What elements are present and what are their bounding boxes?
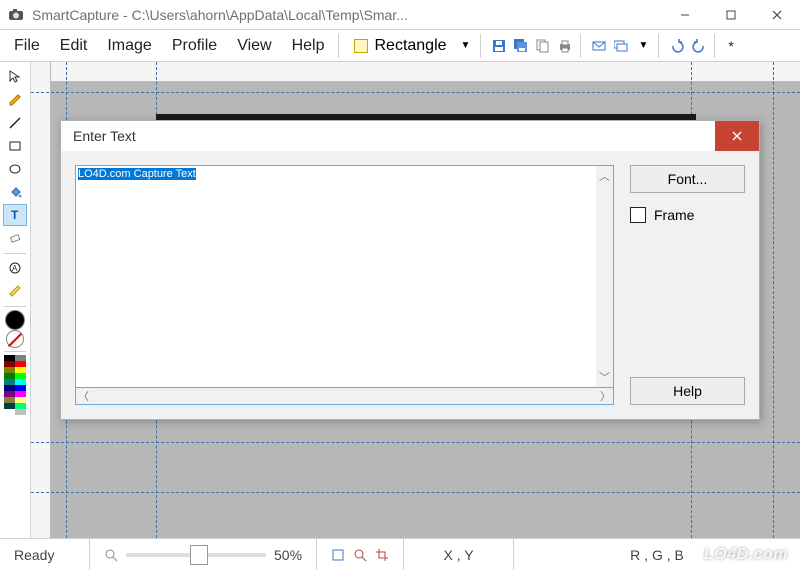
menu-file[interactable]: File (4, 33, 50, 59)
menu-help[interactable]: Help (282, 33, 335, 59)
zoom-out-icon[interactable] (104, 548, 118, 562)
close-button[interactable] (754, 0, 800, 30)
window-buttons (662, 0, 800, 30)
dialog-left-panel: LO4D.com Capture Text ︿ ﹀ 〈 〉 (75, 165, 614, 405)
no-fill-swatch[interactable] (6, 330, 24, 348)
vertical-scrollbar[interactable]: ︿ ﹀ (596, 166, 613, 387)
enter-text-dialog: Enter Text LO4D.com Capture Text ︿ ﹀ 〈 〉… (60, 120, 760, 420)
tool-stamp[interactable]: A (3, 257, 27, 279)
text-input[interactable]: LO4D.com Capture Text (76, 166, 596, 387)
print-icon[interactable] (557, 38, 573, 54)
foreground-color-swatch[interactable] (5, 310, 25, 330)
rgb-panel: R , G , B (514, 539, 800, 570)
minimize-button[interactable] (662, 0, 708, 30)
dialog-right-panel: Font... Frame Help (630, 165, 745, 405)
font-button[interactable]: Font... (630, 165, 745, 193)
fit-icon[interactable] (331, 548, 345, 562)
color-palette[interactable] (4, 355, 26, 415)
frame-checkbox-label: Frame (654, 207, 694, 223)
menu-profile[interactable]: Profile (162, 33, 227, 59)
menubar: File Edit Image Profile View Help Rectan… (0, 30, 800, 62)
separator (580, 34, 584, 58)
svg-text:T: T (11, 208, 19, 222)
tool-ellipse[interactable] (3, 158, 27, 180)
scroll-down-icon[interactable]: ﹀ (599, 369, 610, 385)
coords-panel: X , Y (404, 539, 514, 570)
titlebar: SmartCapture - C:\Users\ahorn\AppData\Lo… (0, 0, 800, 30)
window-title: SmartCapture - C:\Users\ahorn\AppData\Lo… (32, 7, 662, 23)
modified-indicator: * (722, 34, 739, 58)
tools-panel (317, 539, 404, 570)
capture-mode-label: Rectangle (374, 37, 446, 55)
guide-line (31, 92, 800, 93)
save-icon[interactable] (491, 38, 507, 54)
separator (480, 34, 484, 58)
tool-pointer[interactable] (3, 66, 27, 88)
undo-icon[interactable] (669, 38, 685, 54)
zoom-slider-thumb[interactable] (190, 545, 208, 565)
toolbox: T A (0, 62, 31, 538)
tool-separator (4, 306, 26, 307)
ruler-horizontal (31, 62, 800, 82)
ruler-vertical (31, 62, 51, 538)
capture-mode-button[interactable]: Rectangle (346, 35, 454, 57)
mail-dropdown[interactable]: ▼ (632, 40, 654, 51)
status-text: Ready (0, 539, 90, 570)
zoom-percent: 50% (274, 547, 302, 563)
spacer (630, 237, 745, 363)
horizontal-scrollbar[interactable]: 〈 〉 (75, 388, 614, 405)
tool-eraser[interactable] (3, 227, 27, 249)
rectangle-icon (354, 39, 368, 53)
mail-icon[interactable] (591, 38, 607, 54)
capture-mode-dropdown[interactable]: ▼ (455, 40, 477, 51)
actual-size-icon[interactable] (353, 548, 367, 562)
separator (714, 34, 718, 58)
svg-text:A: A (12, 264, 18, 273)
checkbox-box-icon (630, 207, 646, 223)
menu-image[interactable]: Image (97, 33, 161, 59)
menu-edit[interactable]: Edit (50, 33, 98, 59)
text-input-value: LO4D.com Capture Text (78, 168, 196, 180)
redo-icon[interactable] (691, 38, 707, 54)
separator (658, 34, 662, 58)
separator (338, 34, 342, 58)
scroll-right-icon[interactable]: 〉 (600, 388, 611, 404)
mail-all-icon[interactable] (613, 38, 629, 54)
tool-fill[interactable] (3, 181, 27, 203)
text-input-wrapper: LO4D.com Capture Text ︿ ﹀ (75, 165, 614, 388)
guide-line (31, 442, 800, 443)
dialog-titlebar[interactable]: Enter Text (61, 121, 759, 151)
statusbar: Ready 50% X , Y R , G , B (0, 538, 800, 570)
zoom-panel: 50% (90, 539, 317, 570)
guide-line (773, 62, 774, 538)
copy-icon[interactable] (535, 38, 551, 54)
scroll-left-icon[interactable]: 〈 (78, 388, 89, 404)
crop-icon[interactable] (375, 548, 389, 562)
save-all-icon[interactable] (513, 38, 529, 54)
tool-separator (4, 351, 26, 352)
tool-text[interactable]: T (3, 204, 27, 226)
menu-view[interactable]: View (227, 33, 281, 59)
dialog-title: Enter Text (73, 128, 715, 144)
frame-checkbox[interactable]: Frame (630, 207, 745, 223)
dialog-body: LO4D.com Capture Text ︿ ﹀ 〈 〉 Font... Fr… (61, 151, 759, 419)
tool-rect[interactable] (3, 135, 27, 157)
maximize-button[interactable] (708, 0, 754, 30)
tool-line[interactable] (3, 112, 27, 134)
dialog-close-button[interactable] (715, 121, 759, 151)
zoom-slider[interactable] (126, 553, 266, 557)
guide-line (31, 492, 800, 493)
tool-pencil[interactable] (3, 89, 27, 111)
tool-highlighter[interactable] (3, 280, 27, 302)
tool-separator (4, 253, 26, 254)
app-icon (8, 7, 24, 23)
help-button[interactable]: Help (630, 377, 745, 405)
scroll-up-icon[interactable]: ︿ (599, 168, 610, 184)
